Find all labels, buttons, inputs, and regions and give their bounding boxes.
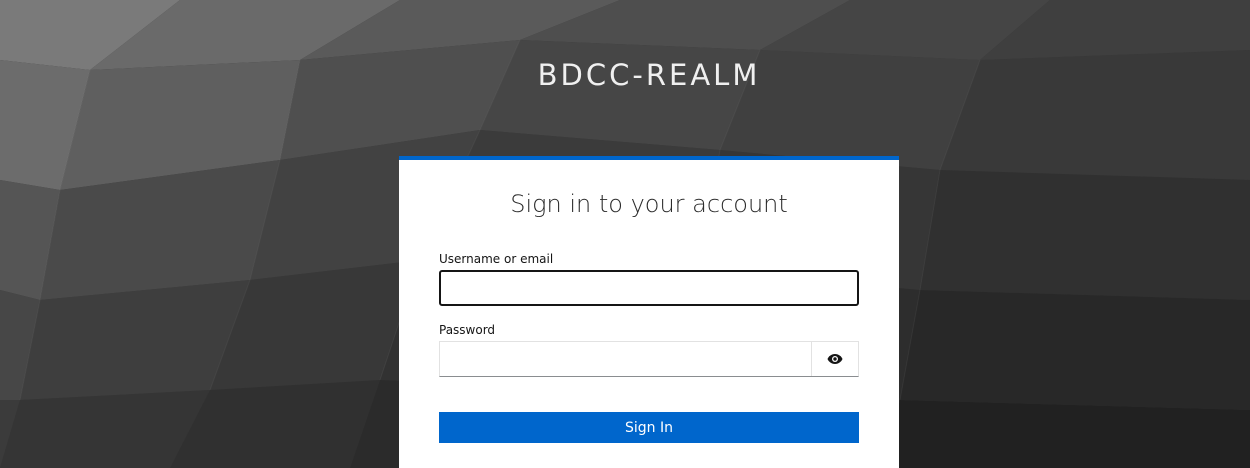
password-input[interactable] (440, 342, 811, 376)
username-label: Username or email (439, 252, 554, 266)
sign-in-button[interactable]: Sign In (439, 412, 859, 443)
realm-title: BDCC-REALM (537, 58, 761, 92)
username-input[interactable] (439, 270, 859, 306)
password-label: Password (439, 323, 496, 337)
eye-icon (827, 354, 843, 364)
password-field (439, 341, 859, 377)
login-card: Sign in to your account Username or emai… (399, 156, 899, 468)
login-title: Sign in to your account (510, 190, 788, 218)
show-password-button[interactable] (811, 342, 858, 376)
login-page: BDCC-REALM Sign in to your account Usern… (0, 0, 1250, 468)
